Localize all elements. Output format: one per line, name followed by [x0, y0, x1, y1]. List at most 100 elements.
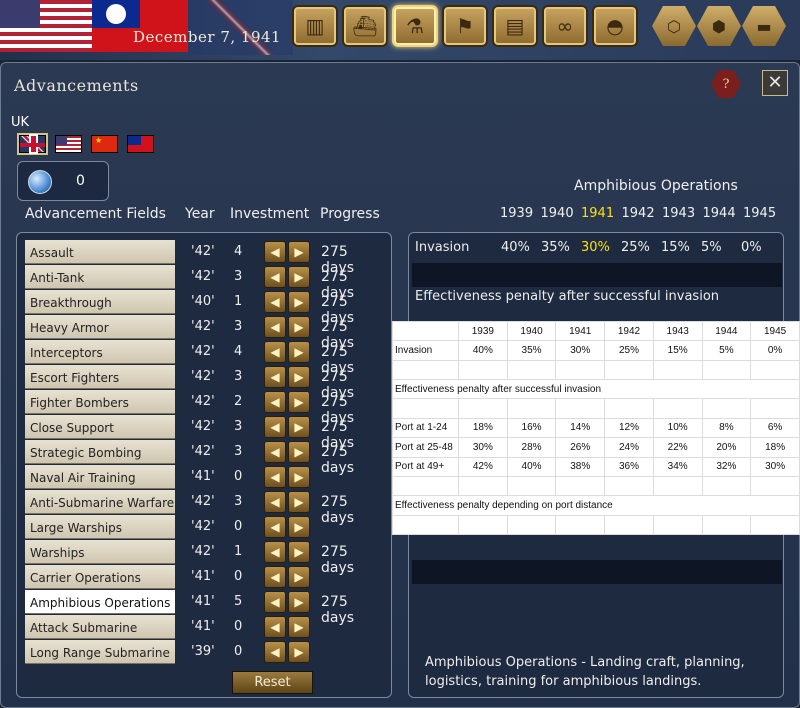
- advancement-field-name[interactable]: Heavy Armor: [25, 315, 175, 339]
- advancement-row[interactable]: Anti-Submarine Warfare '42' 3 ◀ ▶ 275 days: [25, 490, 385, 526]
- increase-investment-icon[interactable]: ▶: [288, 441, 310, 463]
- advancement-investment: 3: [234, 444, 243, 459]
- advancement-year: '41': [191, 469, 215, 484]
- advancement-field-name[interactable]: Assault: [25, 240, 175, 264]
- china-flag-icon[interactable]: [91, 135, 118, 153]
- sheet-cell: 18%: [458, 417, 508, 439]
- decrease-investment-icon[interactable]: ◀: [264, 541, 286, 563]
- helmet-icon[interactable]: ◓: [592, 5, 638, 47]
- increase-investment-icon[interactable]: ▶: [288, 566, 310, 588]
- advancement-field-name[interactable]: Carrier Operations: [25, 565, 175, 589]
- advancement-field-name[interactable]: Naval Air Training: [25, 465, 175, 489]
- tank-icon[interactable]: ▬: [742, 6, 786, 46]
- decrease-investment-icon[interactable]: ◀: [264, 266, 286, 288]
- advancement-row[interactable]: Amphibious Operations '41' 5 ◀ ▶ 275 days: [25, 590, 385, 626]
- ship-icon[interactable]: ⛴: [342, 5, 388, 47]
- advancement-row[interactable]: Heavy Armor '42' 3 ◀ ▶ 275 days: [25, 315, 385, 351]
- advancement-field-name[interactable]: Warships: [25, 540, 175, 564]
- advancement-row[interactable]: Strategic Bombing '42' 3 ◀ ▶ 275 days: [25, 440, 385, 476]
- increase-investment-icon[interactable]: ▶: [288, 341, 310, 363]
- decrease-investment-icon[interactable]: ◀: [264, 466, 286, 488]
- advancement-year: '42': [191, 244, 215, 259]
- increase-investment-icon[interactable]: ▶: [288, 491, 310, 513]
- globe-icon: [28, 170, 52, 194]
- increase-investment-icon[interactable]: ▶: [288, 591, 310, 613]
- advancement-row[interactable]: Breakthrough '40' 1 ◀ ▶ 275 days: [25, 290, 385, 326]
- advancement-field-name[interactable]: Breakthrough: [25, 290, 175, 314]
- increase-investment-icon[interactable]: ▶: [288, 416, 310, 438]
- decrease-investment-icon[interactable]: ◀: [264, 316, 286, 338]
- increase-investment-icon[interactable]: ▶: [288, 516, 310, 538]
- increase-investment-icon[interactable]: ▶: [288, 291, 310, 313]
- increase-investment-icon[interactable]: ▶: [288, 391, 310, 413]
- advancement-row[interactable]: Interceptors '42' 4 ◀ ▶ 275 days: [25, 340, 385, 376]
- decrease-investment-icon[interactable]: ◀: [264, 241, 286, 263]
- advancement-investment: 0: [234, 469, 243, 484]
- advancement-field-name[interactable]: Attack Submarine: [25, 615, 175, 639]
- decrease-investment-icon[interactable]: ◀: [264, 491, 286, 513]
- increase-investment-icon[interactable]: ▶: [288, 641, 310, 663]
- increase-investment-icon[interactable]: ▶: [288, 266, 310, 288]
- decrease-investment-icon[interactable]: ◀: [264, 566, 286, 588]
- increase-investment-icon[interactable]: ▶: [288, 241, 310, 263]
- uk-flag-icon[interactable]: [17, 133, 48, 155]
- advancement-field-name[interactable]: Amphibious Operations: [25, 590, 175, 614]
- binoculars-icon[interactable]: ∞: [542, 5, 588, 47]
- advancement-row[interactable]: Naval Air Training '41' 0 ◀ ▶: [25, 465, 385, 489]
- advancement-year: '42': [191, 519, 215, 534]
- advancement-field-name[interactable]: Anti-Submarine Warfare: [25, 490, 175, 514]
- decrease-investment-icon[interactable]: ◀: [264, 641, 286, 663]
- divider-band: [412, 560, 782, 584]
- advancement-investment: 0: [234, 519, 243, 534]
- advancement-field-name[interactable]: Long Range Submarine: [25, 640, 175, 664]
- help-button[interactable]: ?: [711, 70, 741, 98]
- increase-investment-icon[interactable]: ▶: [288, 316, 310, 338]
- advancement-field-name[interactable]: Escort Fighters: [25, 365, 175, 389]
- advancement-field-name[interactable]: Close Support: [25, 415, 175, 439]
- decrease-investment-icon[interactable]: ◀: [264, 591, 286, 613]
- decrease-investment-icon[interactable]: ◀: [264, 441, 286, 463]
- advancement-year: '42': [191, 344, 215, 359]
- reset-button[interactable]: Reset: [232, 671, 313, 694]
- advancement-row[interactable]: Carrier Operations '41' 0 ◀ ▶: [25, 565, 385, 589]
- decrease-investment-icon[interactable]: ◀: [264, 291, 286, 313]
- advancement-field-name[interactable]: Strategic Bombing: [25, 440, 175, 464]
- us-flag-icon[interactable]: [55, 135, 82, 153]
- increase-investment-icon[interactable]: ▶: [288, 366, 310, 388]
- advancement-row[interactable]: Anti-Tank '42' 3 ◀ ▶ 275 days: [25, 265, 385, 301]
- advancement-row[interactable]: Fighter Bombers '42' 2 ◀ ▶ 275 days: [25, 390, 385, 426]
- advancement-field-name[interactable]: Anti-Tank: [25, 265, 175, 289]
- advancement-row[interactable]: Close Support '42' 3 ◀ ▶ 275 days: [25, 415, 385, 451]
- advancement-row[interactable]: Escort Fighters '42' 3 ◀ ▶ 275 days: [25, 365, 385, 401]
- close-button[interactable]: ✕: [762, 70, 788, 96]
- decrease-investment-icon[interactable]: ◀: [264, 416, 286, 438]
- increase-investment-icon[interactable]: ▶: [288, 541, 310, 563]
- advancement-field-name[interactable]: Large Warships: [25, 515, 175, 539]
- advancement-row[interactable]: Attack Submarine '41' 0 ◀ ▶: [25, 615, 385, 639]
- hexes-icon[interactable]: ⬢: [697, 6, 741, 46]
- advancement-row[interactable]: Long Range Submarine '39' 0 ◀ ▶: [25, 640, 385, 664]
- advancement-row[interactable]: Large Warships '42' 0 ◀ ▶: [25, 515, 385, 539]
- roc-flag-icon[interactable]: [127, 135, 154, 153]
- decrease-investment-icon[interactable]: ◀: [264, 341, 286, 363]
- flag-icon[interactable]: ⚑: [442, 5, 488, 47]
- increase-investment-icon[interactable]: ▶: [288, 616, 310, 638]
- advancement-field-name[interactable]: Interceptors: [25, 340, 175, 364]
- advancement-investment: 3: [234, 319, 243, 334]
- factory-icon[interactable]: ▥: [292, 5, 338, 47]
- advancement-investment: 1: [234, 294, 243, 309]
- advancement-row[interactable]: Assault '42' 4 ◀ ▶ 275 days: [25, 240, 385, 276]
- advancement-field-name[interactable]: Fighter Bombers: [25, 390, 175, 414]
- decrease-investment-icon[interactable]: ◀: [264, 616, 286, 638]
- sheet-port-label: Port at 25-48: [392, 437, 459, 458]
- clipboard-icon[interactable]: ▤: [492, 5, 538, 47]
- invasion-value: 15%: [661, 240, 690, 255]
- decrease-investment-icon[interactable]: ◀: [264, 391, 286, 413]
- increase-investment-icon[interactable]: ▶: [288, 466, 310, 488]
- decrease-investment-icon[interactable]: ◀: [264, 366, 286, 388]
- advancement-row[interactable]: Warships '42' 1 ◀ ▶ 275 days: [25, 540, 385, 576]
- hex-icon[interactable]: ⬡: [652, 6, 696, 46]
- sheet-cell: 36%: [604, 456, 654, 477]
- decrease-investment-icon[interactable]: ◀: [264, 516, 286, 538]
- microscope-icon[interactable]: ⚗: [392, 5, 438, 47]
